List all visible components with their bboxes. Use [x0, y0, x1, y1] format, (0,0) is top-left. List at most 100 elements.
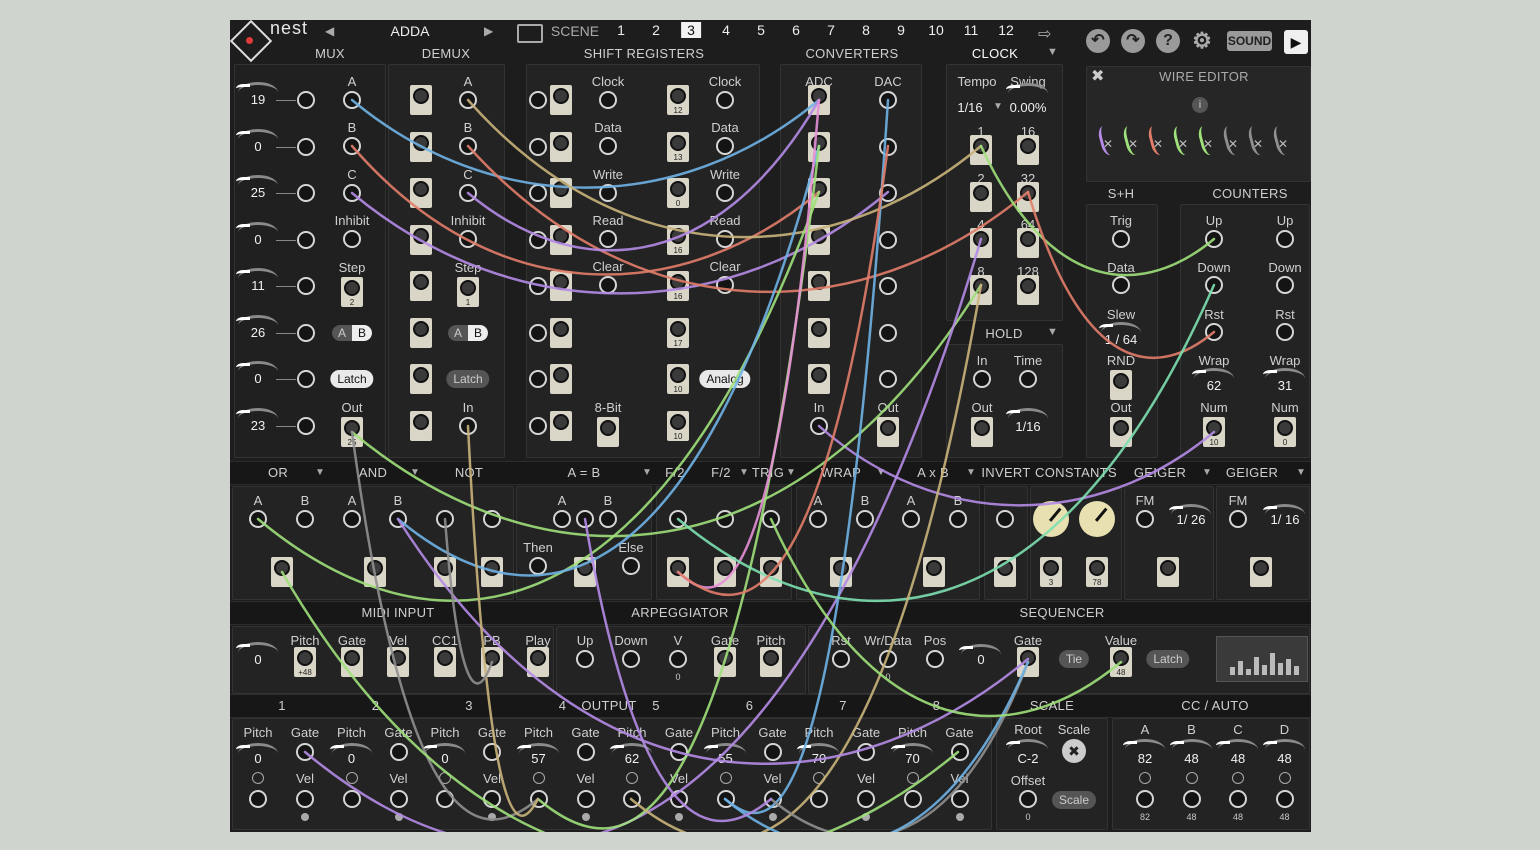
logic-input-jack[interactable]	[343, 510, 361, 528]
aeqb-a-jack[interactable]	[553, 510, 571, 528]
demux-step-socket[interactable]: 1	[457, 277, 479, 307]
scene-button-11[interactable]: 11	[964, 22, 979, 38]
seq-latch-button[interactable]: Latch	[1146, 650, 1190, 668]
wire-delete-icon[interactable]: ✕	[1128, 137, 1138, 151]
cc-value[interactable]: 82	[1138, 751, 1152, 766]
output-pitch-value[interactable]: 62	[625, 751, 639, 766]
dac-bit-jack[interactable]	[879, 91, 897, 109]
wire-delete-icon[interactable]: ✕	[1103, 137, 1113, 151]
or-title[interactable]: OR	[268, 465, 288, 480]
hold-dropdown-icon[interactable]: ▼	[1047, 326, 1058, 338]
wire-delete-icon[interactable]: ✕	[1228, 137, 1238, 151]
midi-pb-socket[interactable]	[481, 647, 503, 677]
dac-bit-jack[interactable]	[879, 137, 897, 156]
wrap-title[interactable]: WRAP	[821, 465, 861, 480]
mux-value[interactable]: 11	[251, 278, 265, 293]
wire-editor-close-icon[interactable]: ✖	[1091, 66, 1104, 86]
dac-bit-jack[interactable]	[879, 323, 897, 342]
clock-div-socket[interactable]	[970, 228, 992, 258]
demux-a-jack[interactable]	[459, 91, 477, 109]
output-gate-jack[interactable]	[950, 743, 969, 761]
seq-wrdata-jack[interactable]	[879, 650, 897, 668]
scene-button-9[interactable]: 9	[897, 22, 905, 38]
cc-add-icon[interactable]	[1278, 772, 1291, 784]
output-vel-jack[interactable]	[950, 790, 969, 808]
wire-delete-icon[interactable]: ✕	[1153, 137, 1163, 151]
scene-button-7[interactable]: 7	[827, 22, 835, 38]
counter-num-socket[interactable]: 0	[1274, 417, 1296, 447]
module-dropdown-icon[interactable]: ▼	[410, 467, 420, 478]
module-dropdown-icon[interactable]: ▼	[786, 467, 796, 478]
mux-input-jack-3[interactable]	[297, 230, 315, 249]
shift2-clock-jack[interactable]	[716, 91, 734, 109]
mux-ab-toggle[interactable]: AB	[331, 325, 373, 341]
demux-c-jack[interactable]	[459, 184, 477, 202]
f2a-title[interactable]: F/2	[665, 465, 685, 480]
arp-pitch-socket[interactable]	[760, 647, 782, 677]
output-gate-jack[interactable]	[296, 743, 314, 761]
hold-out-socket[interactable]	[971, 417, 993, 447]
output-add-icon[interactable]	[813, 772, 825, 784]
shift1-read-jack[interactable]	[599, 230, 617, 248]
div-input-jack[interactable]	[669, 510, 687, 528]
counter-down-jack[interactable]	[1205, 276, 1223, 294]
clock-div-socket[interactable]	[970, 181, 992, 212]
seq-step-bar[interactable]	[1278, 663, 1283, 675]
mux-latch-button[interactable]: Latch	[330, 370, 374, 388]
aeqb-else-jack[interactable]	[622, 557, 640, 575]
shift1-socket[interactable]	[550, 317, 572, 348]
counter-rst-jack[interactable]	[1276, 323, 1294, 341]
not-input-jack[interactable]	[483, 510, 501, 528]
aeqb-eq-jack[interactable]	[576, 510, 594, 528]
scene-copy-icon[interactable]: ⇨	[1038, 24, 1051, 44]
mux-value[interactable]: 26	[251, 325, 265, 340]
not-input-jack[interactable]	[436, 510, 454, 528]
demux-output-socket[interactable]	[410, 224, 432, 255]
geiger2-fm-jack[interactable]	[1229, 510, 1247, 528]
output-add-icon[interactable]	[532, 772, 545, 784]
help-icon[interactable]: ?	[1156, 29, 1180, 53]
output-pitch-jack[interactable]	[716, 790, 735, 808]
scene-list-icon[interactable]	[517, 24, 543, 43]
shift-led[interactable]	[529, 277, 547, 295]
counter-rst-jack[interactable]	[1205, 323, 1223, 341]
output-gate-jack[interactable]	[670, 743, 688, 761]
mux-input-jack-4[interactable]	[297, 277, 315, 295]
shift1-socket[interactable]	[550, 364, 572, 394]
mux-a-button[interactable]: A	[331, 325, 352, 341]
scale-root-value[interactable]: C-2	[1018, 751, 1039, 766]
demux-a-button[interactable]: A	[447, 325, 468, 341]
scene-button-3[interactable]: 3	[681, 22, 701, 38]
output-add-icon[interactable]	[626, 772, 638, 784]
output-pitch-jack[interactable]	[810, 790, 828, 808]
demux-output-socket[interactable]	[410, 131, 432, 162]
mux-input-jack-0[interactable]	[297, 91, 315, 109]
output-pitch-jack[interactable]	[436, 790, 454, 808]
output-add-icon[interactable]	[345, 772, 358, 784]
invert-title[interactable]: INVERT	[981, 465, 1030, 480]
tempo-dropdown-icon[interactable]: ▼	[993, 101, 1003, 112]
next-preset-icon[interactable]: ▶	[484, 24, 493, 38]
aeqb-then-jack[interactable]	[529, 557, 547, 575]
dac-out-socket[interactable]	[877, 417, 899, 447]
cc-add-icon[interactable]	[1139, 772, 1151, 784]
seq-pos-jack[interactable]	[926, 650, 944, 668]
seq-tie-button[interactable]: Tie	[1058, 650, 1090, 668]
output-vel-jack[interactable]	[389, 790, 408, 808]
arp-v-jack[interactable]	[669, 650, 687, 668]
module-dropdown-icon[interactable]: ▼	[642, 467, 652, 478]
scene-button-5[interactable]: 5	[757, 22, 765, 38]
shift1-write-jack[interactable]	[599, 184, 617, 202]
scene-button-12[interactable]: 12	[998, 22, 1014, 38]
sh-slew-value[interactable]: 1 / 64	[1105, 332, 1138, 347]
aeqb-title[interactable]: A = B	[568, 465, 601, 480]
mux-b-jack[interactable]	[343, 137, 361, 155]
output-pitch-value[interactable]: 0	[254, 751, 261, 766]
div-input-jack[interactable]	[762, 510, 780, 528]
output-pitch-jack[interactable]	[529, 790, 548, 808]
scale-tools-icon[interactable]: ✖	[1062, 739, 1086, 763]
demux-latch-button[interactable]: Latch	[446, 370, 490, 388]
aeqb-out-socket[interactable]	[574, 557, 596, 587]
shift2-read-jack[interactable]	[716, 230, 734, 248]
constants-title[interactable]: CONSTANTS	[1035, 465, 1117, 480]
